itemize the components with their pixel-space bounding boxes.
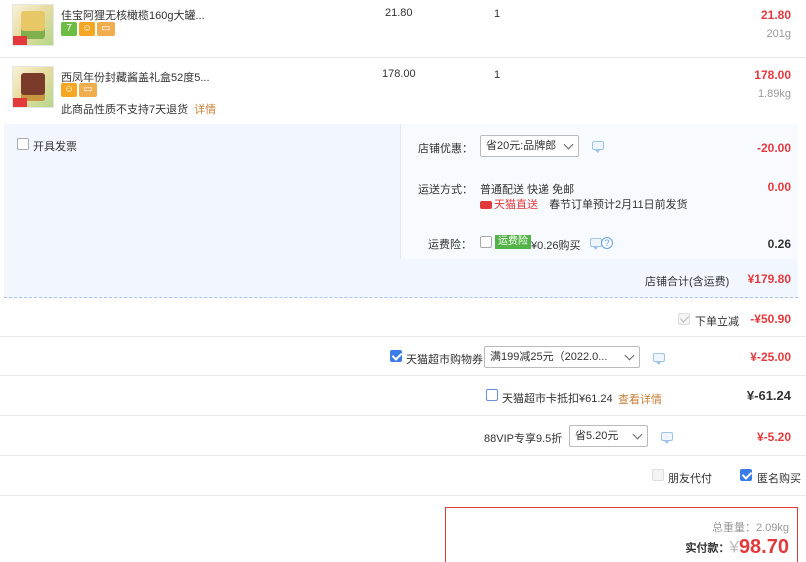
shield-icon: ☺ bbox=[61, 83, 77, 97]
shop-total-value: ¥179.80 bbox=[747, 272, 791, 286]
tmall-icon bbox=[480, 201, 492, 210]
card-deduct-value: ¥-61.24 bbox=[746, 388, 791, 403]
unit-price: 178.00 bbox=[382, 68, 416, 80]
insurance-checkbox[interactable] bbox=[480, 236, 492, 248]
tmall-direct-label: 天猫直送 bbox=[494, 199, 538, 211]
help-icon[interactable]: ? bbox=[601, 237, 613, 249]
divider bbox=[0, 415, 806, 416]
shop-discount-select[interactable]: 省20元:品牌郎 bbox=[480, 135, 579, 157]
vip-select[interactable]: 省5.20元 bbox=[569, 425, 648, 447]
currency-symbol: ¥ bbox=[729, 537, 739, 557]
divider bbox=[0, 455, 806, 456]
card-details-link[interactable]: 查看详情 bbox=[618, 391, 662, 407]
divider bbox=[0, 336, 806, 337]
insurance-value: ¥0.26购买 bbox=[531, 240, 581, 252]
unit-price: 21.80 bbox=[385, 7, 413, 19]
item-weight: 201g bbox=[766, 28, 791, 40]
instant-discount-label: 下单立减 bbox=[695, 316, 739, 328]
return-policy-notice: 此商品性质不支持7天退货 详情 bbox=[61, 101, 216, 117]
shop-discount-label: 店铺优惠： bbox=[418, 143, 473, 155]
anonymous-label: 匿名购买 bbox=[757, 473, 801, 485]
total-weight: 总重量：2.09kg bbox=[711, 522, 789, 534]
message-icon[interactable] bbox=[592, 141, 604, 153]
shipping-label: 运送方式： bbox=[418, 184, 473, 196]
instant-discount-checkbox bbox=[678, 313, 690, 325]
notice-text: 此商品性质不支持7天退货 bbox=[61, 104, 189, 116]
insurance-tag: 运费险 bbox=[495, 235, 531, 249]
shipping-details: 天猫直送 春节订单预计2月11日前发货 bbox=[480, 196, 688, 212]
vip-value: ¥-5.20 bbox=[756, 430, 791, 444]
product-thumbnail-liquor[interactable] bbox=[12, 66, 54, 108]
insurance-label: 运费险： bbox=[428, 239, 472, 251]
select-value: 省5.20元 bbox=[575, 430, 619, 442]
select-value: 满199减25元（2022.0... bbox=[490, 351, 608, 363]
card-deduct-checkbox[interactable] bbox=[486, 389, 498, 401]
quantity: 1 bbox=[494, 69, 501, 81]
coupon-select[interactable]: 满199减25元（2022.0... bbox=[484, 346, 640, 368]
invoice-label: 开具发票 bbox=[33, 141, 77, 153]
chevron-down-icon bbox=[632, 429, 643, 440]
friend-pay-label: 朋友代付 bbox=[668, 473, 712, 485]
product-thumbnail-olive[interactable] bbox=[12, 4, 54, 46]
coupon-checkbox[interactable] bbox=[390, 350, 402, 362]
insurance-amount: 0.26 bbox=[767, 237, 791, 251]
instant-discount-value: -¥50.90 bbox=[750, 312, 791, 326]
chevron-down-icon bbox=[563, 139, 574, 150]
card-icon: ▭ bbox=[97, 22, 115, 36]
card-icon: ▭ bbox=[79, 83, 97, 97]
anonymous-checkbox[interactable] bbox=[740, 469, 752, 481]
message-icon[interactable] bbox=[653, 353, 665, 365]
friend-pay-checkbox bbox=[652, 469, 664, 481]
product-badges: 7 ☺ ▭ bbox=[61, 22, 117, 36]
chevron-down-icon bbox=[624, 350, 635, 361]
shop-discount-amount: -20.00 bbox=[756, 141, 791, 155]
select-value: 省20元:品牌郎 bbox=[486, 140, 557, 152]
item-weight: 1.89kg bbox=[757, 88, 791, 100]
seven-day-return-icon: 7 bbox=[61, 22, 77, 36]
shipping-amount: 0.00 bbox=[767, 180, 791, 194]
item-subtotal: 178.00 bbox=[754, 68, 791, 82]
shield-icon: ☺ bbox=[79, 22, 95, 36]
actual-payment: 实付款：¥98.70 bbox=[685, 536, 789, 559]
invoice-checkbox[interactable] bbox=[17, 138, 29, 150]
coupon-value: ¥-25.00 bbox=[750, 350, 791, 364]
notice-details-link[interactable]: 详情 bbox=[194, 104, 216, 116]
message-icon[interactable] bbox=[661, 432, 673, 444]
actual-pay-label: 实付款： bbox=[685, 542, 730, 555]
divider bbox=[0, 495, 806, 496]
actual-pay-value: 98.70 bbox=[738, 536, 789, 558]
divider bbox=[0, 375, 806, 376]
card-deduct-label: 天猫超市卡抵扣¥61.24 bbox=[502, 393, 613, 405]
shipping-note: 春节订单预计2月11日前发货 bbox=[549, 199, 688, 211]
divider bbox=[0, 57, 806, 58]
item-subtotal: 21.80 bbox=[760, 8, 791, 22]
shop-total-label: 店铺合计(含运费) bbox=[645, 276, 730, 288]
vip-label: 88VIP专享9.5折 bbox=[484, 433, 563, 445]
quantity: 1 bbox=[494, 8, 501, 20]
product-name[interactable]: 佳宝阿狸无核橄榄160g大罐... bbox=[61, 7, 205, 23]
coupon-label: 天猫超市购物券 bbox=[406, 354, 483, 366]
shipping-value: 普通配送 快递 免邮 bbox=[480, 184, 575, 196]
product-badges: ☺ ▭ bbox=[61, 83, 99, 97]
